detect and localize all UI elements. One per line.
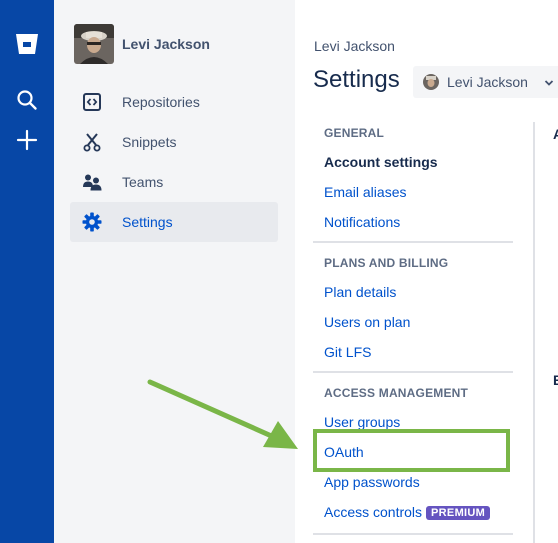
annotation-arrow-icon (147, 379, 298, 449)
